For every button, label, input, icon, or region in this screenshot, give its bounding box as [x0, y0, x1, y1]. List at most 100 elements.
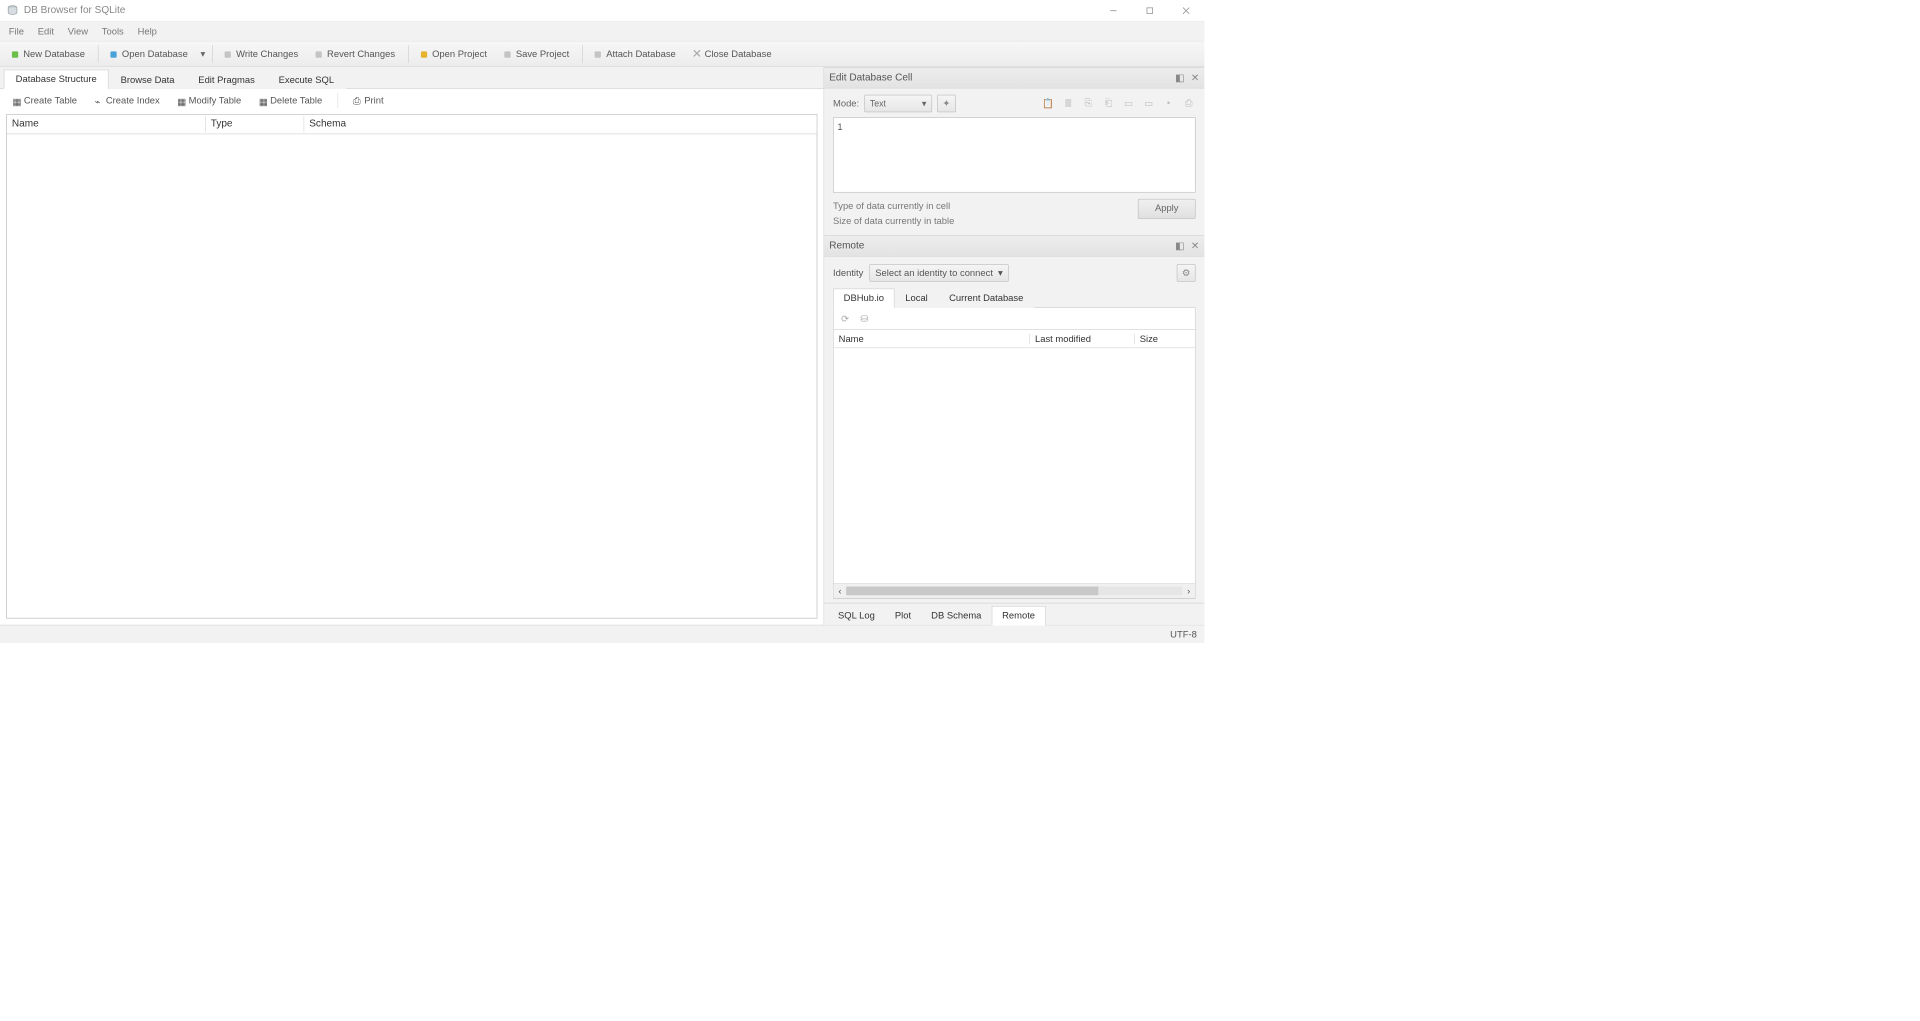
- image-icon[interactable]: ▭: [1122, 98, 1136, 109]
- write-changes-label: Write Changes: [236, 49, 298, 60]
- remote-scrollbar[interactable]: ‹ ›: [834, 583, 1195, 597]
- open-project-button[interactable]: Open Project: [413, 44, 496, 63]
- remote-col-name[interactable]: Name: [834, 333, 1030, 344]
- remote-tab-current[interactable]: Current Database: [938, 289, 1034, 308]
- minimize-button[interactable]: [1095, 0, 1131, 21]
- close-database-button[interactable]: Close Database: [685, 44, 780, 63]
- table-header: Name Type Schema: [7, 115, 817, 134]
- statusbar: UTF-8: [0, 625, 1204, 643]
- modify-table-button[interactable]: ▦Modify Table: [169, 91, 251, 109]
- bottom-tab-plot[interactable]: Plot: [885, 607, 921, 625]
- modify-table-label: Modify Table: [189, 95, 242, 106]
- cell-editor[interactable]: 1: [833, 117, 1196, 192]
- open-database-button[interactable]: Open Database: [102, 44, 196, 63]
- remote-tab-current-label: Current Database: [949, 293, 1023, 304]
- bottom-dock-tabs: SQL Log Plot DB Schema Remote: [824, 603, 1204, 625]
- identity-select-value: Select an identity to connect: [875, 268, 993, 279]
- column-name[interactable]: Name: [7, 116, 206, 132]
- identity-select[interactable]: Select an identity to connect ▾: [870, 264, 1009, 282]
- remote-col-last-modified[interactable]: Last modified: [1030, 333, 1135, 344]
- app-icon: [6, 4, 19, 17]
- bottom-tab-remote[interactable]: Remote: [991, 606, 1045, 625]
- tab-database-structure[interactable]: Database Structure: [4, 70, 109, 89]
- save-project-button[interactable]: Save Project: [496, 44, 577, 63]
- print-button[interactable]: ⎙Print: [344, 91, 392, 109]
- apply-button[interactable]: Apply: [1138, 199, 1196, 219]
- column-schema[interactable]: Schema: [304, 116, 816, 132]
- remote-content: ⟳ ⛁ Name Last modified Size ‹ ›: [833, 308, 1196, 599]
- toolbar-separator: [337, 93, 338, 108]
- create-table-button[interactable]: ▦Create Table: [4, 91, 86, 109]
- bottom-tab-db-schema-label: DB Schema: [931, 610, 981, 621]
- edit-cell-panel-header: Edit Database Cell ◧ ✕: [824, 67, 1204, 88]
- revert-changes-icon: [316, 50, 325, 59]
- scroll-left-icon[interactable]: ‹: [834, 586, 847, 597]
- list-icon[interactable]: ≣: [1061, 98, 1075, 109]
- toolbar-separator: [408, 45, 409, 63]
- chevron-down-icon: ▾: [922, 98, 926, 109]
- menu-help[interactable]: Help: [131, 24, 163, 40]
- menu-view[interactable]: View: [61, 24, 94, 40]
- bottom-tab-sql-log[interactable]: SQL Log: [828, 607, 885, 625]
- open-project-icon: [421, 50, 430, 59]
- menu-edit[interactable]: Edit: [31, 24, 60, 40]
- chevron-down-icon: ▾: [998, 267, 1003, 278]
- create-index-button[interactable]: ⌁Create Index: [86, 91, 169, 109]
- clipboard-icon[interactable]: 📋: [1041, 98, 1055, 109]
- structure-table: Name Type Schema: [6, 114, 817, 618]
- cell-editor-value: 1: [837, 122, 842, 133]
- identity-label: Identity: [833, 268, 863, 279]
- identity-settings-button[interactable]: ⚙: [1177, 264, 1196, 282]
- column-type[interactable]: Type: [206, 116, 304, 132]
- database-icon[interactable]: ⛁: [860, 313, 868, 324]
- attach-database-icon: [595, 50, 604, 59]
- create-index-label: Create Index: [106, 95, 160, 106]
- open-project-label: Open Project: [432, 49, 487, 60]
- undock-icon[interactable]: ◧: [1175, 240, 1184, 253]
- import-icon[interactable]: ⎗: [1101, 98, 1115, 109]
- close-button[interactable]: [1168, 0, 1204, 21]
- apply-button-label: Apply: [1155, 203, 1179, 214]
- scroll-track[interactable]: [846, 586, 1182, 595]
- undock-icon[interactable]: ◧: [1175, 72, 1184, 85]
- remote-panel-header: Remote ◧ ✕: [824, 235, 1204, 256]
- refresh-icon[interactable]: ⟳: [841, 313, 849, 324]
- remote-tab-dbhub-label: DBHub.io: [844, 293, 884, 304]
- new-database-button[interactable]: New Database: [4, 44, 93, 63]
- remote-tab-dbhub[interactable]: DBHub.io: [833, 289, 895, 308]
- toolbar-separator: [582, 45, 583, 63]
- attach-database-button[interactable]: Attach Database: [587, 44, 684, 63]
- scroll-thumb[interactable]: [846, 586, 1098, 595]
- revert-changes-button[interactable]: Revert Changes: [308, 44, 404, 63]
- remote-col-size[interactable]: Size: [1135, 333, 1195, 344]
- close-panel-icon[interactable]: ✕: [1191, 72, 1199, 85]
- maximize-button[interactable]: [1132, 0, 1168, 21]
- status-encoding: UTF-8: [1170, 629, 1197, 640]
- bottom-tab-db-schema[interactable]: DB Schema: [921, 607, 991, 625]
- printer-icon[interactable]: ⎙: [1182, 98, 1196, 109]
- close-database-icon: [693, 50, 702, 59]
- modify-icon: ▦: [177, 96, 186, 105]
- left-pane: Database Structure Browse Data Edit Prag…: [0, 67, 824, 625]
- table-body: [7, 134, 817, 618]
- tab-edit-pragmas[interactable]: Edit Pragmas: [186, 70, 266, 89]
- open-database-dropdown[interactable]: ▾: [197, 45, 208, 64]
- new-database-icon: [12, 50, 21, 59]
- tab-browse-data-label: Browse Data: [121, 75, 175, 86]
- menu-file[interactable]: File: [3, 24, 31, 40]
- delete-table-button[interactable]: ▦Delete Table: [250, 91, 331, 109]
- remote-tab-local[interactable]: Local: [895, 289, 939, 308]
- menu-tools[interactable]: Tools: [96, 24, 131, 40]
- create-table-label: Create Table: [24, 95, 77, 106]
- tab-execute-sql[interactable]: Execute SQL: [267, 70, 346, 89]
- tab-browse-data[interactable]: Browse Data: [109, 70, 187, 89]
- close-panel-icon[interactable]: ✕: [1191, 240, 1199, 253]
- write-changes-button[interactable]: Write Changes: [217, 44, 307, 63]
- format-button[interactable]: ✦: [937, 95, 956, 113]
- scroll-right-icon[interactable]: ›: [1182, 586, 1195, 597]
- dot-icon[interactable]: •: [1162, 98, 1176, 109]
- export-icon[interactable]: ⎘: [1081, 98, 1095, 109]
- cell-info-size: Size of data currently in table: [833, 214, 954, 229]
- monitor-icon[interactable]: ▭: [1142, 98, 1156, 109]
- mode-select[interactable]: Text▾: [864, 95, 932, 113]
